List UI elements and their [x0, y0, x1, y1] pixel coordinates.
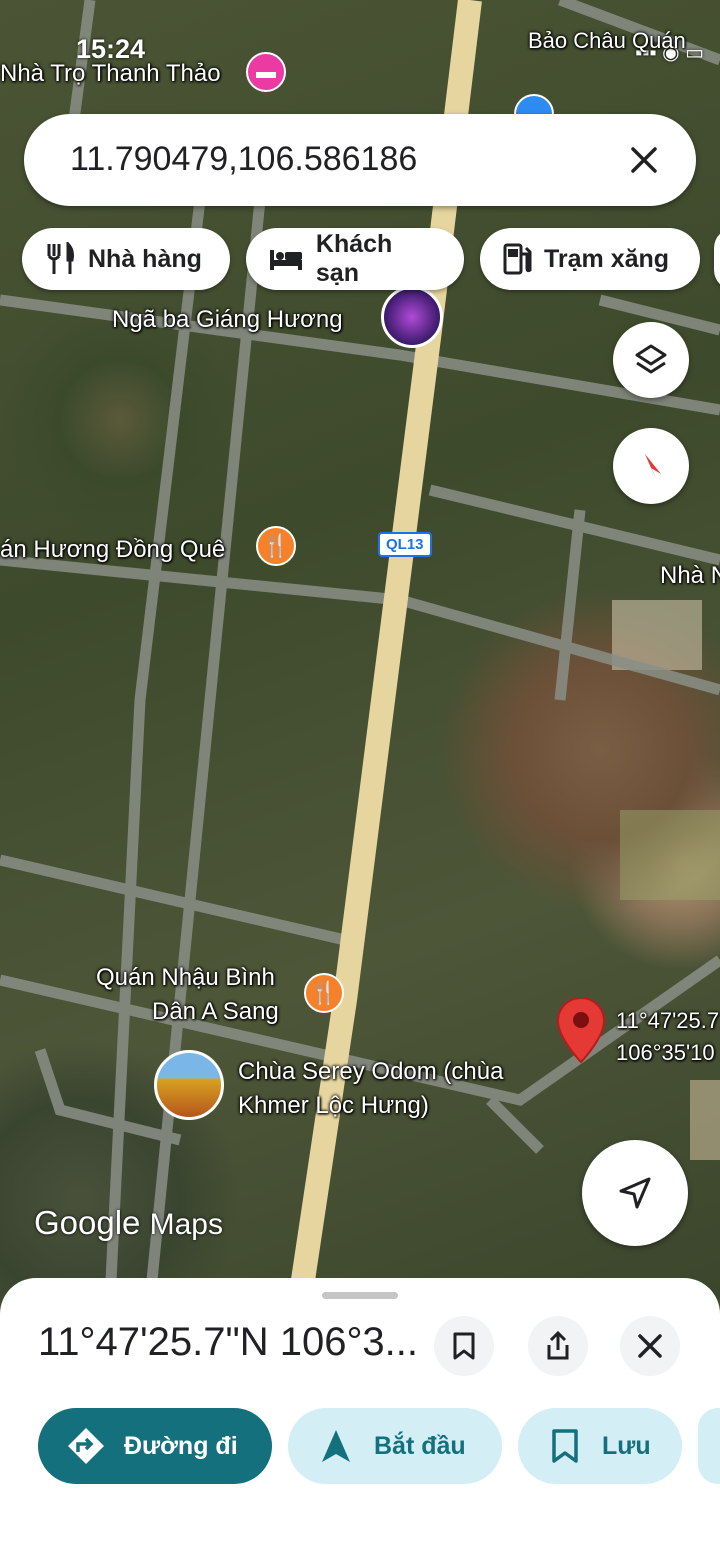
map-label-nga-ba[interactable]: Ngã ba Giáng Hương [112, 306, 343, 334]
my-location-button[interactable] [582, 1140, 688, 1246]
directions-icon [68, 1428, 104, 1464]
search-input[interactable]: 11.790479,106.586186 [70, 140, 417, 179]
map-label-chua-line2[interactable]: Khmer Lộc Hưng) [238, 1092, 429, 1120]
logo-google: Google [34, 1204, 141, 1241]
share-icon [547, 1330, 569, 1360]
navigation-arrow-icon [619, 1177, 651, 1209]
map-label-nha-tro[interactable]: Nhà Trọ Thanh Thảo [0, 60, 221, 88]
navigation-arrow-icon [322, 1430, 350, 1462]
bookmark-icon [552, 1429, 578, 1463]
temple-photo-icon[interactable] [154, 1050, 224, 1120]
directions-label: Đường đi [124, 1431, 238, 1460]
save-label: Lưu [602, 1431, 651, 1460]
chip-label: Nhà hàng [88, 244, 202, 273]
place-bottom-sheet[interactable]: 11°47'25.7"N 106°3... Đường đi Bắt đầu L… [0, 1278, 720, 1559]
fork-knife-icon [47, 242, 74, 274]
chip-restaurants[interactable]: Nhà hàng [22, 228, 230, 290]
close-icon [638, 1334, 662, 1358]
chip-label: Khách sạn [315, 230, 393, 287]
map-label-quan-huong[interactable]: án Hương Đồng Quê [0, 536, 225, 564]
start-label: Bắt đầu [374, 1431, 466, 1460]
google-maps-logo: Google Maps [34, 1204, 223, 1242]
chip-hotels[interactable]: Khách sạn [246, 228, 464, 290]
restaurant-poi-icon[interactable]: 🍴 [304, 973, 344, 1013]
save-icon-button[interactable] [434, 1316, 494, 1376]
start-button[interactable]: Bắt đầu [288, 1408, 502, 1484]
more-actions-button[interactable] [698, 1408, 720, 1484]
chip-label: Trạm xăng [544, 244, 670, 273]
map-label-quan-nhau-line2[interactable]: Dân A Sang [152, 998, 279, 1026]
save-button[interactable]: Lưu [518, 1408, 682, 1484]
clear-search-button[interactable] [620, 136, 668, 184]
gas-station-icon [503, 243, 532, 275]
bed-icon [270, 250, 302, 270]
pin-latitude-label: 11°47'25.7 [616, 1008, 720, 1033]
compass-icon [645, 454, 661, 480]
map-label-chua-line1[interactable]: Chùa Serey Odom (chùa [238, 1058, 503, 1086]
road-sign-ql13: QL13 [378, 532, 432, 557]
chip-gas-stations[interactable]: Trạm xăng [480, 228, 700, 290]
drag-handle[interactable] [322, 1292, 398, 1299]
directions-button[interactable]: Đường đi [38, 1408, 272, 1484]
restaurant-poi-icon[interactable]: 🍴 [256, 526, 296, 566]
share-button[interactable] [528, 1316, 588, 1376]
hotel-poi-icon[interactable]: ▬ [246, 52, 286, 92]
map-label-bao-chau-quan[interactable]: Bảo Châu Quán [528, 28, 686, 54]
layers-button[interactable] [613, 322, 689, 398]
pin-longitude-label: 106°35'10 [616, 1040, 715, 1065]
layers-icon [635, 344, 667, 374]
search-bar[interactable]: 11.790479,106.586186 [24, 114, 696, 206]
map-label-quan-nhau-line1[interactable]: Quán Nhậu Bình [96, 964, 275, 992]
photo-poi-icon[interactable] [381, 286, 443, 348]
close-sheet-button[interactable] [620, 1316, 680, 1376]
map-label-nha-right[interactable]: Nhà N [660, 562, 720, 590]
location-pin-icon[interactable] [556, 996, 606, 1066]
place-title: 11°47'25.7"N 106°3... [38, 1320, 419, 1364]
bookmark-icon [453, 1332, 475, 1360]
compass-button[interactable] [613, 428, 689, 504]
logo-maps: Maps [149, 1208, 223, 1241]
close-icon [631, 147, 657, 173]
